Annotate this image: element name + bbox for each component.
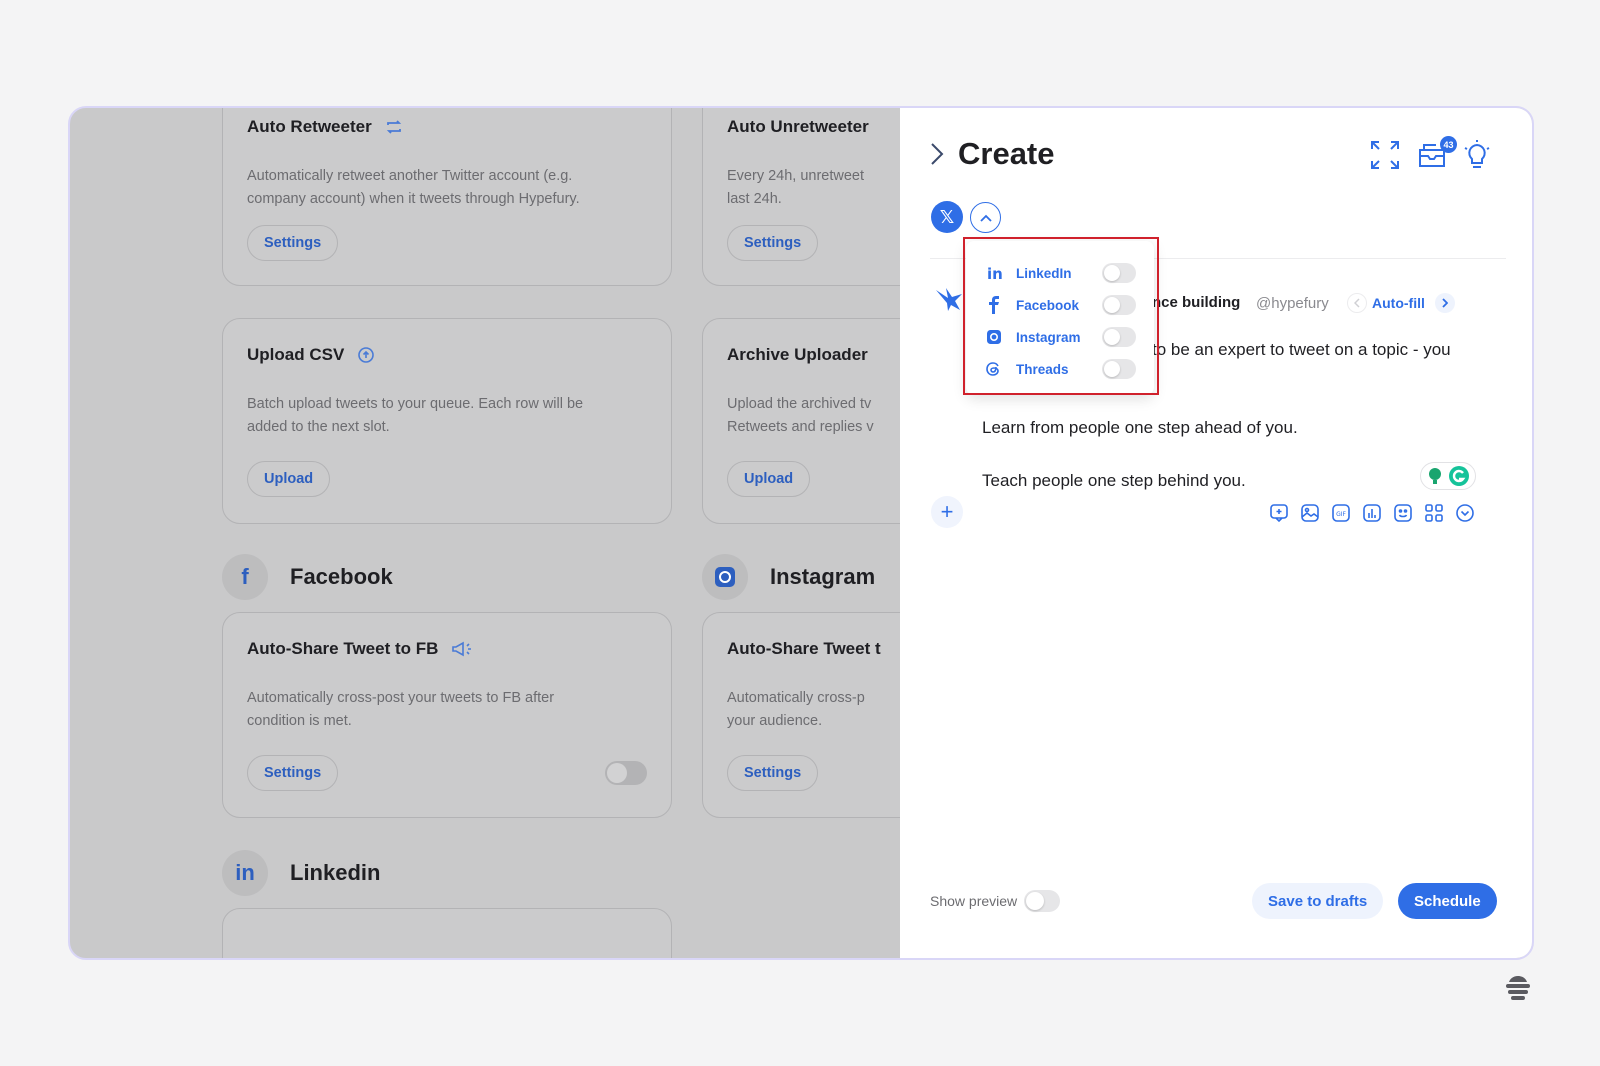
image-icon[interactable] — [1299, 502, 1321, 524]
tweet-text-line[interactable]: Learn from people one step ahead of you. — [982, 418, 1298, 438]
card-title-text: Auto-Share Tweet t — [727, 639, 881, 658]
poll-icon[interactable] — [1361, 502, 1383, 524]
show-preview-label: Show preview — [930, 893, 1018, 909]
auto-share-fb-card: Auto-Share Tweet to FB Automatically cro… — [222, 612, 672, 818]
autofill-button[interactable]: Auto-fill — [1372, 295, 1425, 311]
retweet-icon — [386, 120, 401, 134]
collapse-platforms-button[interactable] — [970, 202, 1001, 233]
chevron-left-icon — [1354, 298, 1360, 308]
auto-share-toggle[interactable] — [605, 761, 647, 785]
hive-logo-icon — [1506, 976, 1530, 1000]
hypefury-logo-icon — [936, 288, 962, 311]
card-title: Auto-Share Tweet t — [727, 639, 881, 659]
create-panel: Create 43 𝕏 nce building @hypefury Auto-… — [900, 108, 1532, 958]
desc-line: condition is met. — [247, 713, 352, 729]
card-title-text: Upload CSV — [247, 345, 345, 364]
chevron-up-icon — [979, 214, 992, 222]
card-title-text: Auto-Share Tweet to FB — [247, 639, 439, 658]
file-upload-icon — [358, 347, 375, 363]
highlight-annotation — [963, 237, 1159, 395]
account-handle: @hypefury — [1256, 295, 1329, 312]
grammarly-icon — [1449, 466, 1469, 486]
card-title-text: Auto Unretweeter — [727, 117, 869, 136]
expand-icon[interactable] — [1368, 138, 1402, 172]
desc-line: Automatically cross-post your tweets to … — [247, 690, 555, 706]
ai-chat-icon[interactable] — [1268, 502, 1290, 524]
card-title: Archive Uploader — [727, 345, 868, 365]
card-description: Automatically retweet another Twitter ac… — [247, 165, 647, 211]
desc-line: company account) when it tweets through … — [247, 191, 580, 207]
grid-icon[interactable] — [1423, 502, 1445, 524]
settings-button[interactable]: Settings — [727, 755, 819, 791]
linkedin-card — [222, 908, 672, 958]
account-name: nce building — [1152, 294, 1241, 311]
upload-button[interactable]: Upload — [247, 461, 331, 497]
linkedin-icon: in — [222, 850, 268, 896]
gif-icon[interactable]: GIF — [1330, 502, 1352, 524]
section-title: Facebook — [290, 564, 393, 589]
integrations-background: Auto Retweeter Automatically retweet ano… — [70, 108, 1152, 958]
emoji-icon[interactable] — [1392, 502, 1414, 524]
add-tweet-button[interactable]: + — [931, 496, 963, 528]
card-title-text: Auto Retweeter — [247, 117, 372, 136]
desc-line: Batch upload tweets to your queue. Each … — [247, 396, 584, 412]
settings-button[interactable]: Settings — [247, 755, 339, 791]
section-linkedin: in Linkedin — [222, 850, 380, 896]
chevron-right-icon[interactable] — [930, 142, 944, 166]
page-title: Create — [958, 136, 1055, 171]
desc-line: Automatically retweet another Twitter ac… — [247, 168, 573, 184]
card-title-text: Archive Uploader — [727, 345, 868, 364]
save-to-drafts-button[interactable]: Save to drafts — [1252, 883, 1384, 919]
desc-line: added to the next slot. — [247, 419, 390, 435]
upload-csv-card: Upload CSV Batch upload tweets to your q… — [222, 318, 672, 524]
card-title: Auto Retweeter — [247, 117, 404, 137]
chevron-right-icon — [1442, 298, 1448, 308]
tweet-text-line[interactable]: to be an expert to tweet on a topic - yo… — [1152, 340, 1451, 360]
schedule-button[interactable]: Schedule — [1398, 883, 1497, 919]
x-account-button[interactable]: 𝕏 — [931, 201, 963, 233]
pin-icon — [1429, 468, 1441, 484]
upload-button[interactable]: Upload — [727, 461, 811, 497]
more-options-icon[interactable] — [1454, 502, 1476, 524]
settings-button[interactable]: Settings — [247, 225, 339, 261]
autofill-next-button[interactable] — [1435, 293, 1455, 313]
card-title: Auto Unretweeter — [727, 117, 869, 137]
section-title: Linkedin — [290, 860, 381, 885]
svg-text:GIF: GIF — [1336, 511, 1346, 518]
section-facebook: f Facebook — [222, 554, 393, 600]
card-title: Auto-Share Tweet to FB — [247, 639, 472, 659]
app-frame: Auto Retweeter Automatically retweet ano… — [68, 106, 1534, 960]
show-preview-toggle[interactable] — [1024, 890, 1060, 912]
inbox-count-badge: 43 — [1440, 136, 1457, 153]
autofill-prev-button[interactable] — [1347, 293, 1367, 313]
card-description: Automatically cross-post your tweets to … — [247, 687, 647, 733]
settings-button[interactable]: Settings — [727, 225, 819, 261]
auto-retweeter-card: Auto Retweeter Automatically retweet ano… — [222, 108, 672, 286]
section-instagram: Instagram — [702, 554, 875, 600]
card-description: Batch upload tweets to your queue. Each … — [247, 393, 647, 439]
facebook-icon: f — [222, 554, 268, 600]
instagram-icon — [702, 554, 748, 600]
section-title: Instagram — [770, 564, 876, 589]
megaphone-icon — [452, 641, 472, 657]
tweet-text-line[interactable]: Teach people one step behind you. — [982, 471, 1246, 491]
card-title: Upload CSV — [247, 345, 376, 365]
lightbulb-icon[interactable] — [1460, 138, 1494, 172]
grammar-assist[interactable] — [1420, 462, 1476, 490]
